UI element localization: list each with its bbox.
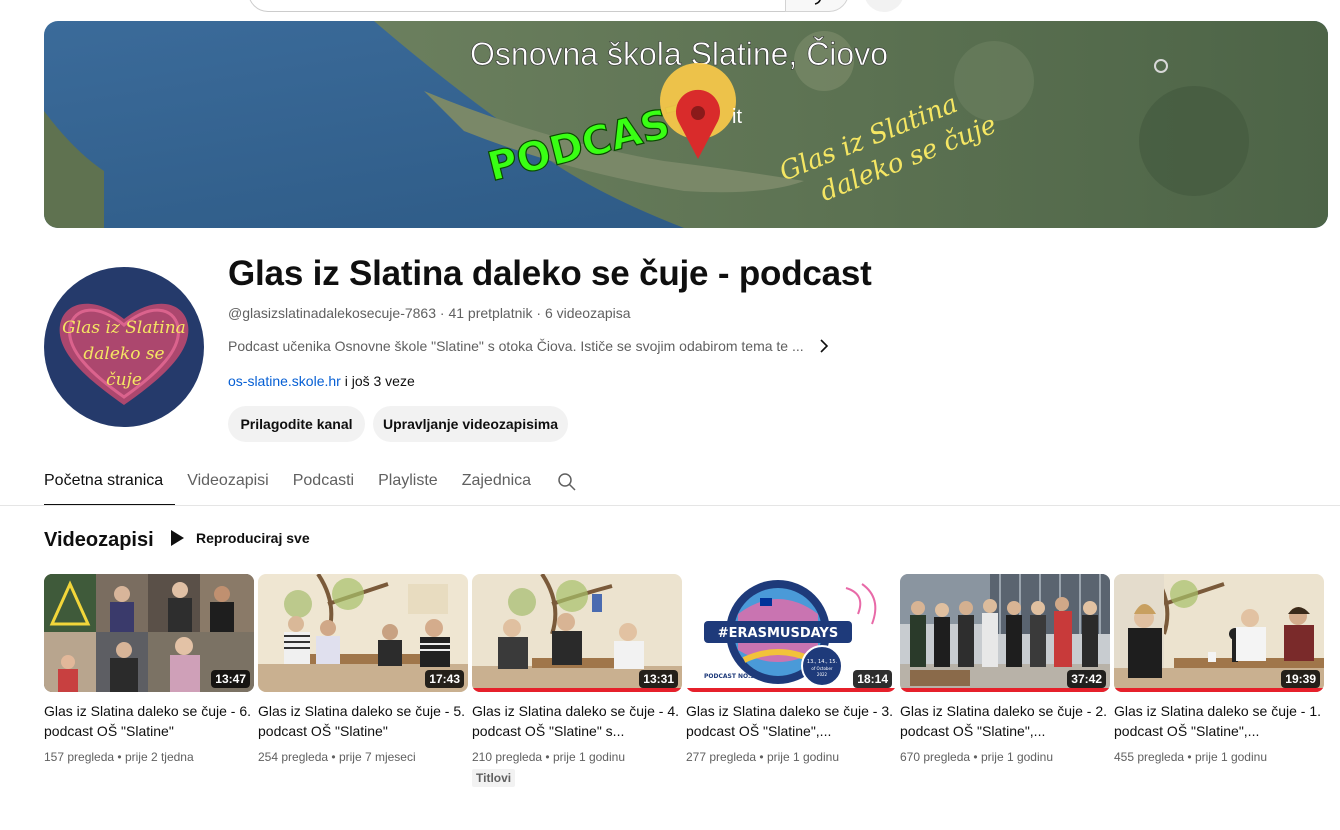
video-card[interactable]: 13:31 Glas iz Slatina daleko se čuje - 4…	[472, 574, 682, 787]
video-meta: 277 pregleda • prije 1 godinu	[686, 750, 839, 764]
tab-podcasts[interactable]: Podcasti	[281, 458, 366, 506]
banner-map-label: it	[732, 106, 742, 128]
banner-title: Osnovna škola Slatine, Čiovo	[470, 36, 888, 72]
watch-progress-bar	[686, 688, 896, 692]
video-views: 455 pregleda	[1114, 750, 1185, 764]
avatar-line2: daleko se	[83, 344, 164, 364]
video-duration: 13:47	[211, 670, 250, 688]
avatar-line1: Glas iz Slatina	[62, 318, 186, 338]
video-title[interactable]: Glas iz Slatina daleko se čuje - 2. podc…	[900, 701, 1110, 741]
video-age: prije 2 tjedna	[124, 750, 194, 764]
search-input[interactable]	[248, 0, 786, 12]
video-meta: 210 pregleda • prije 1 godinu	[472, 750, 625, 764]
more-links-link[interactable]: i još 3 veze	[345, 373, 415, 389]
channel-links: os-slatine.skole.hr i još 3 veze	[228, 373, 415, 389]
search-icon	[814, 0, 821, 5]
play-all-button[interactable]: Reproduciraj sve	[170, 530, 310, 546]
video-meta: 455 pregleda • prije 1 godinu	[1114, 750, 1267, 764]
play-all-label: Reproduciraj sve	[196, 530, 310, 546]
thumb-dates: 13., 14., 15.	[807, 659, 838, 665]
video-duration: 18:14	[853, 670, 892, 688]
video-age: prije 1 godinu	[552, 750, 625, 764]
channel-banner: Osnovna škola Slatine, Čiovo PODCAST it …	[44, 21, 1328, 228]
channel-name: Glas iz Slatina daleko se čuje - podcast	[228, 254, 872, 293]
play-icon	[171, 530, 184, 546]
avatar-line3: čuje	[106, 370, 142, 390]
video-duration: 17:43	[425, 670, 464, 688]
tab-videos[interactable]: Videozapisi	[175, 458, 281, 506]
video-meta: 254 pregleda • prije 7 mjeseci	[258, 750, 416, 764]
video-thumbnail[interactable]: 19:39	[1114, 574, 1324, 692]
video-card[interactable]: 19:39 Glas iz Slatina daleko se čuje - 1…	[1114, 574, 1324, 764]
video-title[interactable]: Glas iz Slatina daleko se čuje - 1. podc…	[1114, 701, 1324, 741]
thumb-month: of October	[811, 666, 832, 671]
video-thumbnail[interactable]: 37:42	[900, 574, 1110, 692]
channel-avatar[interactable]: Glas iz Slatina daleko se čuje	[44, 267, 204, 427]
video-meta: 157 pregleda • prije 2 tjedna	[44, 750, 194, 764]
video-title[interactable]: Glas iz Slatina daleko se čuje - 5. podc…	[258, 701, 468, 741]
video-title[interactable]: Glas iz Slatina daleko se čuje - 4. podc…	[472, 701, 682, 741]
channel-description[interactable]: Podcast učenika Osnovne škole "Slatine" …	[228, 338, 832, 354]
chevron-right-icon	[820, 339, 828, 353]
video-duration: 37:42	[1067, 670, 1106, 688]
video-views: 670 pregleda	[900, 750, 971, 764]
channel-meta: @glasizslatinadalekosecuje-7863 · 41 pre…	[228, 305, 631, 321]
video-thumbnail[interactable]: 17:43	[258, 574, 468, 692]
video-age: prije 7 mjeseci	[338, 750, 416, 764]
search-button[interactable]	[785, 0, 849, 12]
video-duration: 13:31	[639, 670, 678, 688]
tab-community[interactable]: Zajednica	[450, 458, 543, 506]
thumb-year: 2022	[817, 672, 828, 677]
manage-videos-button[interactable]: Upravljanje videozapisima	[373, 406, 568, 442]
customize-channel-button[interactable]: Prilagodite kanal	[228, 406, 365, 442]
tabs-divider	[0, 505, 1340, 506]
channel-tabs: Početna stranica Videozapisi Podcasti Pl…	[44, 458, 577, 506]
watch-progress-bar	[472, 688, 682, 692]
video-meta: 670 pregleda • prije 1 godinu	[900, 750, 1053, 764]
video-views: 277 pregleda	[686, 750, 757, 764]
captions-badge: Titlovi	[472, 769, 516, 787]
video-views: 157 pregleda	[44, 750, 115, 764]
search-icon[interactable]	[557, 472, 577, 492]
video-age: prije 1 godinu	[980, 750, 1053, 764]
tab-home[interactable]: Početna stranica	[44, 458, 176, 506]
channel-website-link[interactable]: os-slatine.skole.hr	[228, 373, 341, 389]
video-title[interactable]: Glas iz Slatina daleko se čuje - 6. podc…	[44, 701, 254, 741]
voice-search-button[interactable]	[864, 0, 904, 12]
tab-playlists[interactable]: Playliste	[366, 458, 450, 506]
video-thumbnail[interactable]: #ERASMUSDAYS 13., 14., 15. of October 20…	[686, 574, 896, 692]
video-thumbnail[interactable]: 13:31	[472, 574, 682, 692]
channel-description-text: Podcast učenika Osnovne škole "Slatine" …	[228, 338, 804, 354]
video-age: prije 1 godinu	[1194, 750, 1267, 764]
video-age: prije 1 godinu	[766, 750, 839, 764]
video-card[interactable]: 17:43 Glas iz Slatina daleko se čuje - 5…	[258, 574, 468, 764]
thumb-podcast-no: PODCAST NO.3	[704, 673, 754, 680]
video-views: 254 pregleda	[258, 750, 329, 764]
video-duration: 19:39	[1281, 670, 1320, 688]
video-card[interactable]: 13:47 Glas iz Slatina daleko se čuje - 6…	[44, 574, 254, 764]
video-card[interactable]: #ERASMUSDAYS 13., 14., 15. of October 20…	[686, 574, 896, 764]
shelf-title: Videozapisi	[44, 529, 154, 551]
video-thumbnail[interactable]: 13:47	[44, 574, 254, 692]
thumb-hashtag: #ERASMUSDAYS	[718, 626, 838, 641]
watch-progress-bar	[900, 688, 1110, 692]
video-title[interactable]: Glas iz Slatina daleko se čuje - 3. podc…	[686, 701, 896, 741]
video-views: 210 pregleda	[472, 750, 543, 764]
watch-progress-bar	[1114, 688, 1324, 692]
video-card[interactable]: 37:42 Glas iz Slatina daleko se čuje - 2…	[900, 574, 1110, 764]
